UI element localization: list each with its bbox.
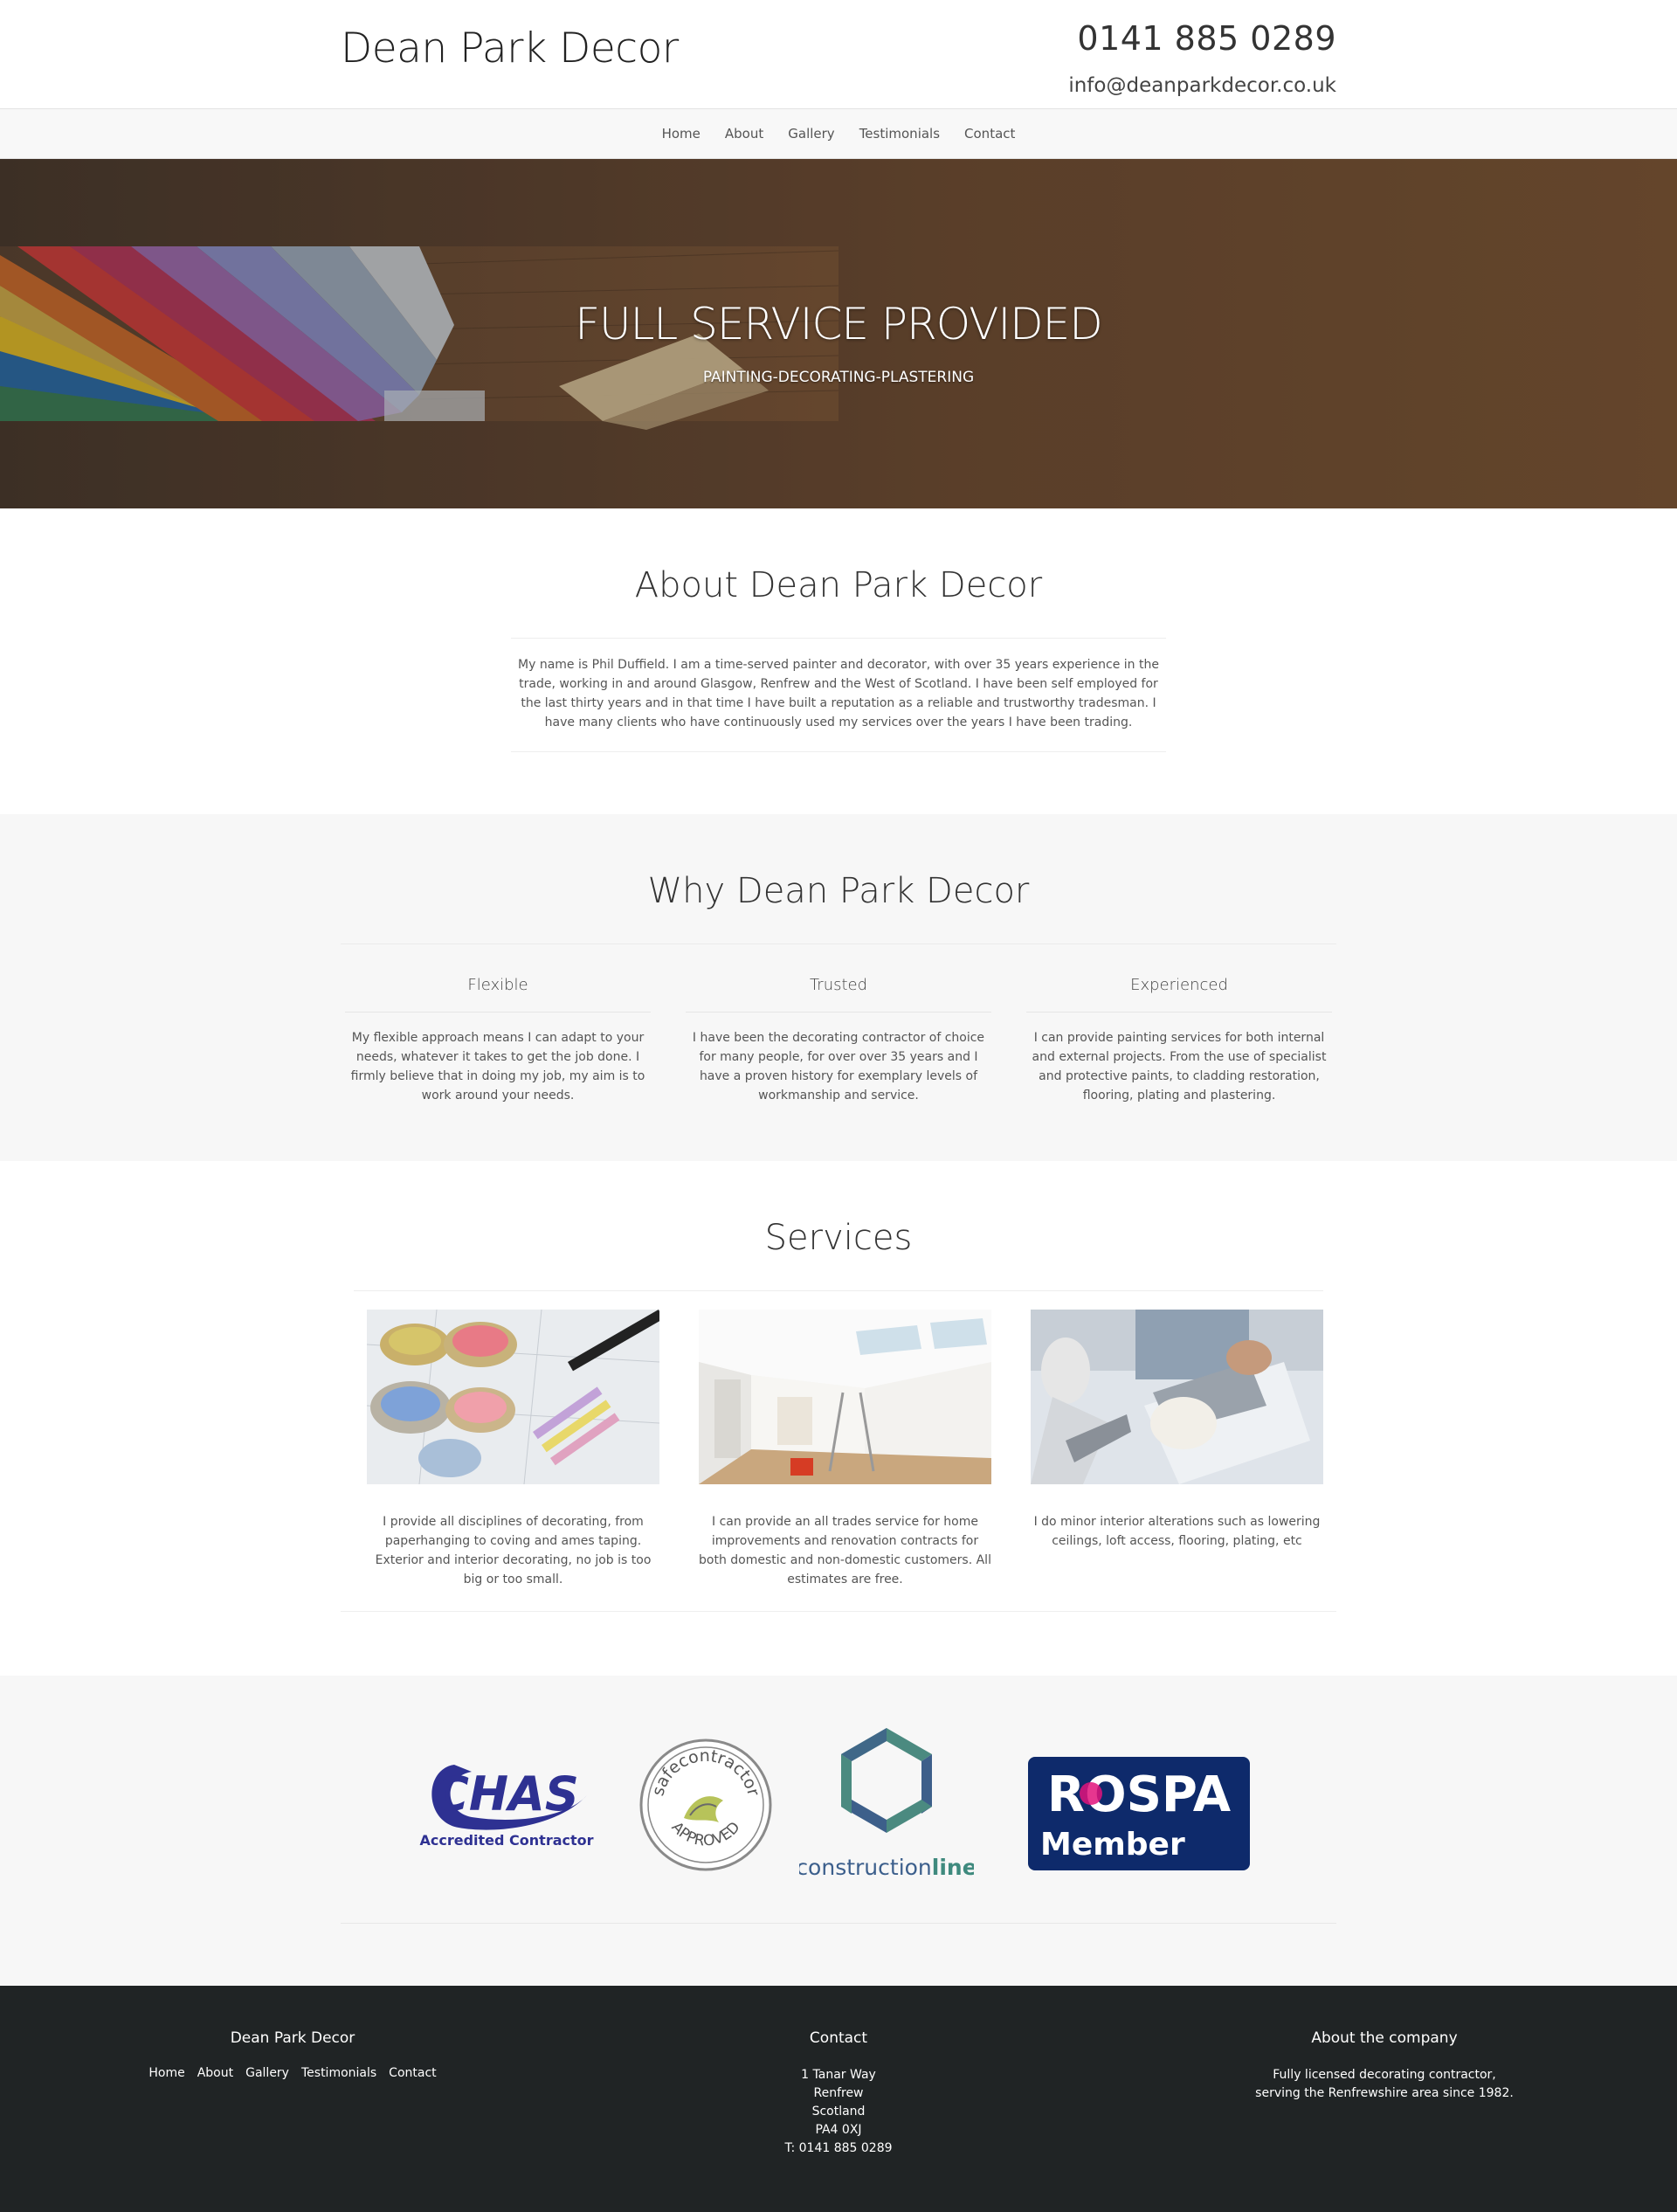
header-phone[interactable]: 0141 885 0289 — [1077, 19, 1336, 58]
constructionline-word2: line — [932, 1855, 974, 1880]
nav-contact[interactable]: Contact — [964, 126, 1015, 142]
why-title: Why Dean Park Decor — [647, 871, 1030, 911]
why-text: My flexible approach means I can adapt t… — [350, 1031, 645, 1103]
chas-mark: CHAS — [434, 1766, 579, 1821]
why-column-divider — [345, 1012, 651, 1013]
rospa-caption: Member — [1040, 1827, 1185, 1863]
services-divider — [354, 1290, 1323, 1291]
why-heading: Trusted — [809, 976, 868, 994]
nav-gallery[interactable]: Gallery — [788, 126, 834, 142]
chas-logo: CHAS Accredited Contractor — [419, 1747, 594, 1852]
site-brand[interactable]: Dean Park Decor — [341, 24, 679, 73]
footer-col-about: About the company Fully licensed decorat… — [1205, 2029, 1563, 2103]
about-divider-top — [511, 638, 1166, 639]
footer-col-contact: Contact 1 Tanar Way Renfrew Scotland PA4… — [664, 2029, 1013, 2158]
footer-about-title: About the company — [1311, 2029, 1458, 2047]
footer-address-line: 1 Tanar Way — [801, 2068, 876, 2082]
footer-address-line: Scotland — [811, 2105, 866, 2119]
hero-banner: FULL SERVICE PROVIDED PAINTING-DECORATIN… — [0, 159, 1677, 508]
nav-home[interactable]: Home — [662, 126, 700, 142]
service-text: I provide all disciplines of decorating,… — [375, 1515, 652, 1586]
safecontractor-logo: safecontractor APPROVED — [636, 1735, 776, 1875]
footer-phone[interactable]: T: 0141 885 0289 — [664, 2139, 1013, 2158]
footer-link-testimonials[interactable]: Testimonials — [301, 2066, 376, 2080]
constructionline-word1: construction — [799, 1855, 932, 1880]
why-column-trusted: Trusted I have been the decorating contr… — [686, 976, 991, 1105]
footer-address-line: PA4 0XJ — [815, 2123, 862, 2137]
services-divider-bottom — [341, 1611, 1336, 1612]
about-divider-bottom — [511, 751, 1166, 752]
why-column-flexible: Flexible My flexible approach means I ca… — [345, 976, 651, 1105]
why-column-experienced: Experienced I can provide painting servi… — [1026, 976, 1332, 1105]
service-card-decorating: I provide all disciplines of decorating,… — [367, 1310, 659, 1589]
why-text: I have been the decorating contractor of… — [692, 1031, 985, 1103]
why-text: I can provide painting services for both… — [1032, 1031, 1327, 1103]
footer-address-line: Renfrew — [813, 2086, 864, 2100]
why-heading: Experienced — [1130, 976, 1228, 994]
why-heading: Flexible — [467, 976, 528, 994]
paint-tins-image — [367, 1310, 659, 1484]
site-footer: Dean Park Decor Home About Gallery Testi… — [0, 1986, 1677, 2212]
svg-text:constructionline: constructionline — [799, 1855, 974, 1880]
footer-contact-title: Contact — [809, 2029, 868, 2047]
footer-brand-title: Dean Park Decor — [230, 2029, 355, 2047]
footer-col-brand: Dean Park Decor Home About Gallery Testi… — [114, 2029, 472, 2080]
service-card-renovation: I can provide an all trades service for … — [699, 1310, 991, 1589]
service-card-alterations: I do minor interior alterations such as … — [1031, 1310, 1323, 1551]
hero-title: FULL SERVICE PROVIDED — [575, 299, 1103, 349]
why-section: Why Dean Park Decor Flexible My flexible… — [0, 814, 1677, 1161]
about-text: My name is Phil Duffield. I am a time-se… — [518, 658, 1159, 729]
footer-link-about[interactable]: About — [197, 2066, 233, 2080]
plastering-image — [1031, 1310, 1323, 1484]
about-section: About Dean Park Decor My name is Phil Du… — [0, 508, 1677, 814]
accreditations-section: CHAS Accredited Contractor safecontracto… — [0, 1676, 1677, 1986]
main-nav: Home About Gallery Testimonials Contact — [0, 108, 1677, 159]
footer-link-home[interactable]: Home — [148, 2066, 184, 2080]
service-text: I can provide an all trades service for … — [699, 1515, 991, 1586]
why-column-divider — [686, 1012, 991, 1013]
service-text: I do minor interior alterations such as … — [1033, 1515, 1321, 1548]
hero-subtitle: PAINTING-DECORATING-PLASTERING — [702, 369, 975, 386]
footer-about-line: serving the Renfrewshire area since 1982… — [1255, 2086, 1514, 2100]
logos-divider — [341, 1923, 1336, 1924]
nav-testimonials[interactable]: Testimonials — [859, 126, 940, 142]
constructionline-logo: constructionline — [796, 1728, 977, 1885]
nav-about[interactable]: About — [725, 126, 763, 142]
footer-link-contact[interactable]: Contact — [389, 2066, 436, 2080]
rospa-logo: ROSPA Member — [1028, 1757, 1250, 1870]
why-column-divider — [1026, 1012, 1332, 1013]
chas-caption: Accredited Contractor — [419, 1832, 593, 1849]
about-title: About Dean Park Decor — [634, 565, 1043, 605]
site-header: Dean Park Decor 0141 885 0289 info@deanp… — [0, 0, 1677, 108]
header-email[interactable]: info@deanparkdecor.co.uk — [1068, 74, 1336, 97]
room-renovation-image — [699, 1310, 991, 1484]
footer-nav: Home About Gallery Testimonials Contact — [114, 2066, 472, 2080]
rospa-mark: ROSPA — [1047, 1766, 1232, 1823]
services-section: Services I provide all disciplines of de… — [0, 1161, 1677, 1676]
services-title: Services — [764, 1218, 913, 1258]
footer-about-line: Fully licensed decorating contractor, — [1273, 2068, 1496, 2082]
footer-link-gallery[interactable]: Gallery — [245, 2066, 289, 2080]
